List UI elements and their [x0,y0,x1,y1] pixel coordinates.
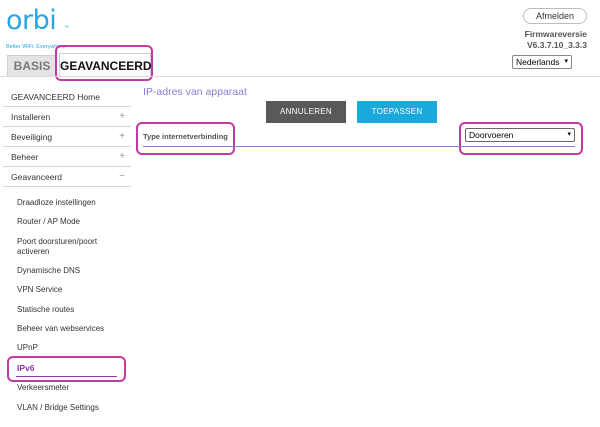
page-title: IP-adres van apparaat [143,86,247,98]
logo-wordmark: orbi [6,5,57,36]
connection-type-value: Doorvoeren [469,130,514,140]
chevron-down-icon: ▾ [567,131,571,138]
apply-button[interactable]: TOEPASSEN [357,101,437,123]
tab-basis[interactable]: BASIS [7,55,57,76]
sidebar-subitem-statische-routes[interactable]: Statische routes [17,305,74,315]
tab-geavanceerd[interactable]: GEAVANCEERD [59,53,152,77]
tab-divider [0,76,600,77]
minus-icon: − [119,171,125,182]
sidebar-subitem-draadloze-instellingen[interactable]: Draadloze instellingen [17,198,96,208]
sidebar-subitem-dynamische-dns[interactable]: Dynamische DNS [17,266,80,276]
sidebar-item-geavanceerd[interactable]: Geavanceerd − [3,167,131,187]
language-value: Nederlands [516,57,560,67]
sidebar-subitem-vlan-bridge[interactable]: VLAN / Bridge Settings [17,403,99,413]
sidebar-item-label: Beheer [11,152,39,162]
sidebar-item-label: Geavanceerd [11,172,63,182]
sidebar-item-label: Installeren [11,112,51,122]
cancel-button[interactable]: ANNULEREN [266,101,346,123]
firmware-label: Firmwareversie [524,29,587,39]
sidebar-subitem-vpn-service[interactable]: VPN Service [17,285,62,295]
plus-icon: + [119,111,125,122]
connection-type-select[interactable]: Doorvoeren ▾ [465,128,575,142]
active-item-underline [16,376,117,377]
sidebar-subitem-poort-doorsturen[interactable]: Poort doorsturen/poort activeren [17,237,117,257]
sidebar-subitem-verkeersmeter[interactable]: Verkeersmeter [17,383,69,393]
sidebar-item-geavanceerd-home[interactable]: GEAVANCEERD Home [3,87,131,107]
sidebar-subitem-beheer-webservices[interactable]: Beheer van webservices [17,324,104,334]
sidebar-item-label: GEAVANCEERD Home [11,92,100,102]
logout-button[interactable]: Afmelden [523,8,587,24]
language-select[interactable]: Nederlands ▾ [512,55,572,69]
sidebar-subitem-upnp[interactable]: UPnP [17,343,38,353]
logo-tagline: Better WiFi. Everywhere [6,44,66,50]
chevron-down-icon: ▾ [564,58,568,65]
sidebar-subitem-router-ap-mode[interactable]: Router / AP Mode [17,217,80,227]
sidebar-item-beheer[interactable]: Beheer + [3,147,131,167]
orbi-logo: orbi ™ Better WiFi. Everywhere [6,5,96,51]
plus-icon: + [119,151,125,162]
section-divider [143,146,575,147]
sidebar-subitem-ipv6[interactable]: IPv6 [17,363,35,373]
plus-icon: + [119,131,125,142]
connection-type-label: Type internetverbinding [143,132,228,141]
sidebar-item-label: Beveiliging [11,132,53,142]
firmware-version: V6.3.7.10_3.3.3 [526,40,587,50]
sidebar-item-beveiliging[interactable]: Beveiliging + [3,127,131,147]
sidebar-item-installeren[interactable]: Installeren + [3,107,131,127]
logo-trademark: ™ [64,25,69,31]
